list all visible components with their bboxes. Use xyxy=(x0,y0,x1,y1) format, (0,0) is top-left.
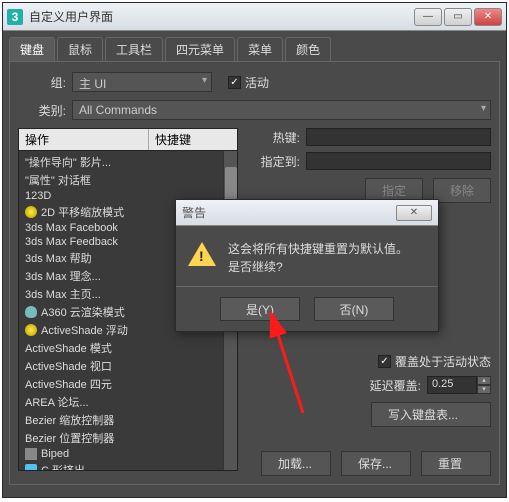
window-controls: — ▭ ✕ xyxy=(414,8,502,26)
delay-label: 延迟覆盖: xyxy=(370,377,427,394)
col-shortcut[interactable]: 快捷键 xyxy=(149,129,237,150)
category-select[interactable]: All Commands xyxy=(72,100,491,120)
save-button[interactable]: 保存... xyxy=(341,451,411,476)
delay-value[interactable]: 0.25 xyxy=(427,376,477,394)
dialog-title: 警告 xyxy=(182,204,396,221)
list-item: ActiveShade 视口 xyxy=(19,357,237,375)
active-label: 活动 xyxy=(245,74,269,91)
tab-color[interactable]: 颜色 xyxy=(285,37,331,61)
list-item: Bezier 位置控制器 xyxy=(19,429,237,447)
hotkey-input[interactable] xyxy=(306,128,491,146)
assignto-input[interactable] xyxy=(306,152,491,170)
list-item: Bezier 缩放控制器 xyxy=(19,411,237,429)
spin-up-icon[interactable]: ▴ xyxy=(477,376,491,385)
write-keyboard-button[interactable]: 写入键盘表... xyxy=(371,402,491,427)
delay-spinner[interactable]: 0.25 ▴▾ xyxy=(427,376,491,394)
overlay-label: 覆盖处于活动状态 xyxy=(395,353,491,370)
bulb-icon xyxy=(25,206,37,218)
category-label: 类别: xyxy=(18,102,72,119)
list-item: AREA 论坛... xyxy=(19,393,237,411)
list-item: "属性" 对话框 xyxy=(19,171,237,189)
tab-menu[interactable]: 菜单 xyxy=(237,37,283,61)
bottom-buttons: 加载... 保存... 重置 xyxy=(18,451,491,476)
dialog-titlebar: 警告 ✕ xyxy=(176,200,438,226)
active-checkbox[interactable]: ✓ xyxy=(228,76,241,89)
maximize-button[interactable]: ▭ xyxy=(444,8,472,26)
window-title: 自定义用户界面 xyxy=(29,8,414,25)
warning-dialog: 警告 ✕ 这会将所有快捷键重置为默认值。 是否继续? 是(Y) 否(N) xyxy=(175,199,439,332)
assignto-label: 指定到: xyxy=(250,153,306,170)
close-button[interactable]: ✕ xyxy=(474,8,502,26)
dialog-message: 这会将所有快捷键重置为默认值。 是否继续? xyxy=(228,240,408,276)
dialog-yes-button[interactable]: 是(Y) xyxy=(220,297,300,321)
dialog-close-button[interactable]: ✕ xyxy=(396,205,432,221)
group-select[interactable]: 主 UI xyxy=(72,72,212,92)
bulb-icon xyxy=(25,324,37,336)
reset-button[interactable]: 重置 xyxy=(421,451,491,476)
main-window: 3 自定义用户界面 — ▭ ✕ 键盘 鼠标 工具栏 四元菜单 菜单 颜色 组: … xyxy=(2,2,507,498)
col-action[interactable]: 操作 xyxy=(19,129,149,150)
remove-button[interactable]: 移除 xyxy=(433,178,491,203)
tab-quadmenu[interactable]: 四元菜单 xyxy=(165,37,235,61)
tab-keyboard[interactable]: 键盘 xyxy=(9,37,55,61)
tab-toolbar[interactable]: 工具栏 xyxy=(105,37,163,61)
list-item: "操作导向" 影片... xyxy=(19,153,237,171)
list-item: ActiveShade 四元 xyxy=(19,375,237,393)
dialog-no-button[interactable]: 否(N) xyxy=(314,297,394,321)
minimize-button[interactable]: — xyxy=(414,8,442,26)
group-label: 组: xyxy=(18,74,72,91)
cloud-icon xyxy=(25,306,37,318)
spin-down-icon[interactable]: ▾ xyxy=(477,385,491,394)
tab-mouse[interactable]: 鼠标 xyxy=(57,37,103,61)
app-icon: 3 xyxy=(7,9,23,25)
load-button[interactable]: 加载... xyxy=(261,451,331,476)
warning-icon xyxy=(188,242,216,266)
list-item: ActiveShade 模式 xyxy=(19,339,237,357)
tab-bar: 键盘 鼠标 工具栏 四元菜单 菜单 颜色 xyxy=(3,31,506,61)
overlay-checkbox[interactable]: ✓ xyxy=(378,355,391,368)
hotkey-label: 热键: xyxy=(250,129,306,146)
titlebar: 3 自定义用户界面 — ▭ ✕ xyxy=(3,3,506,31)
list-header: 操作 快捷键 xyxy=(18,128,238,151)
